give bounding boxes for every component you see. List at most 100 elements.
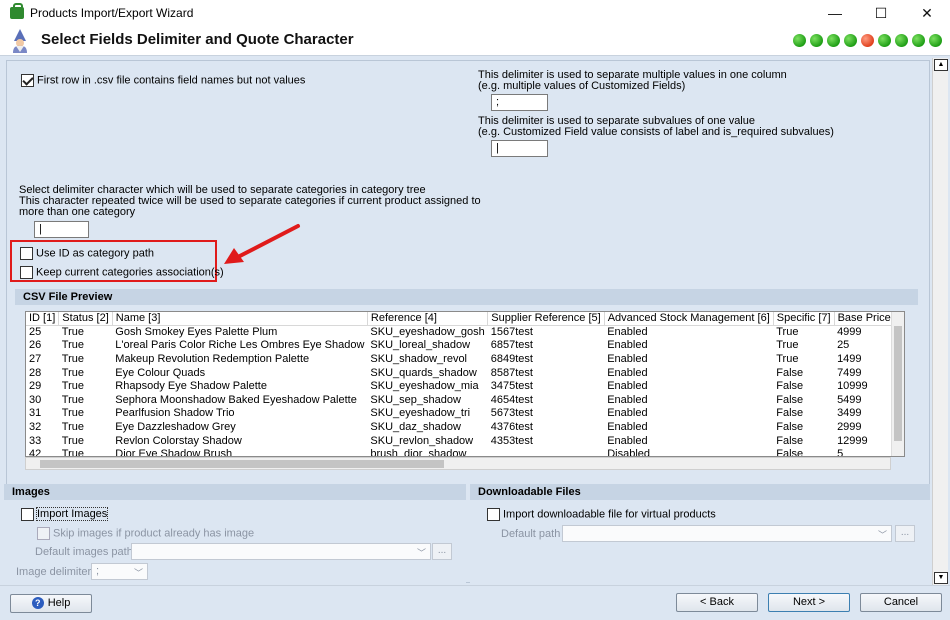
table-cell: True [776, 326, 799, 339]
wizard-header: Select Fields Delimiter and Quote Charac… [0, 26, 950, 56]
import-images-option[interactable]: Import Images [21, 507, 109, 522]
scroll-up-button[interactable]: ▲ [934, 59, 948, 71]
image-delimiter-select[interactable]: ; ﹀ [91, 563, 148, 580]
table-cell: 8587test [490, 366, 533, 379]
table-cell: False [776, 407, 804, 420]
table-cell [488, 448, 604, 456]
table-row[interactable]: 25 True Gosh Smokey Eyes Palette Plum SKU_e… [26, 326, 904, 340]
column-header[interactable]: Advanced Stock Management [6] [604, 312, 774, 327]
table-cell: True [61, 448, 85, 457]
import-downloadable-label: Import downloadable file for virtual pro… [503, 508, 716, 521]
default-images-path-select[interactable]: ﹀ [131, 543, 431, 560]
table-cell: Enabled [607, 380, 648, 393]
browse-images-button[interactable]: ... [432, 543, 452, 560]
table-cell: Makeup Revolution Redemption Palette [115, 353, 310, 366]
grid-vertical-scrollbar[interactable] [891, 312, 904, 456]
cancel-button[interactable]: Cancel [860, 593, 942, 612]
use-id-checkbox[interactable] [20, 247, 33, 260]
import-downloadable-checkbox[interactable] [487, 508, 500, 521]
table-cell: 33 [29, 434, 42, 447]
table-cell: True [61, 393, 85, 406]
table-cell: Enabled [607, 366, 648, 379]
table-row[interactable]: 28 True Eye Colour Quads SKU_quards_shadow 8… [26, 366, 904, 380]
help-button[interactable]: ? Help [10, 594, 92, 613]
table-row[interactable]: 30 True Sephora Moonshadow Baked Eyeshadow… [26, 393, 904, 408]
table-row[interactable]: 42 True Dior Eye Shadow Brush brush_dior_sh… [26, 448, 904, 457]
grid-horizontal-scrollbar[interactable] [25, 457, 891, 470]
default-images-path-label: Default images path [35, 546, 133, 558]
red-arrow-icon [224, 224, 300, 264]
minimize-button[interactable]: — [812, 0, 858, 26]
table-row[interactable]: 26 True L'oreal Paris Color Riche Les Ombr… [26, 339, 904, 353]
table-cell: brush_dior_shadow [370, 448, 467, 457]
category-delimiter-input[interactable]: | [34, 221, 89, 238]
skip-images-option[interactable]: Skip images if product already has image [37, 527, 254, 540]
import-downloadable-option[interactable]: Import downloadable file for virtual pro… [487, 508, 716, 521]
browse-downloadable-button[interactable]: ... [895, 525, 915, 542]
import-images-checkbox[interactable] [21, 508, 34, 521]
column-header[interactable]: Status [2] [58, 312, 113, 327]
multi-value-desc-line2: (e.g. multiple values of Customized Fiel… [478, 80, 686, 92]
column-header[interactable]: ID [1] [26, 312, 60, 327]
table-cell: Rhapsody Eye Shadow Palette [115, 380, 267, 393]
image-delimiter-label: Image delimiter [16, 566, 92, 578]
first-row-label: First row in .csv file contains field na… [37, 74, 306, 87]
table-cell: Enabled [607, 353, 648, 366]
step-dot [929, 34, 942, 47]
column-header[interactable]: Name [3] [112, 312, 368, 327]
csv-preview-grid[interactable]: ID [1] Status [2] Name [3] Reference [4] Sup… [25, 311, 905, 457]
table-cell: 4353test [490, 434, 533, 447]
table-cell: False [776, 380, 804, 393]
keep-assoc-checkbox[interactable] [20, 266, 33, 279]
table-cell: Sephora Moonshadow Baked Eyeshadow Palet… [115, 393, 357, 406]
use-id-option[interactable]: Use ID as category path [20, 247, 154, 260]
table-cell: 27 [29, 353, 42, 366]
step-dot-active [861, 34, 874, 47]
column-header[interactable]: Specific [7] [773, 312, 835, 327]
table-cell: True [61, 421, 85, 434]
first-row-checkbox[interactable] [21, 74, 34, 87]
table-cell: False [776, 421, 804, 434]
step-dot [810, 34, 823, 47]
scroll-down-button[interactable]: ▼ [934, 572, 948, 584]
table-cell: 5673test [490, 407, 533, 420]
grid-vscroll-thumb[interactable] [894, 326, 902, 441]
main-vertical-scrollbar[interactable]: ▲ ▼ [932, 58, 948, 585]
skip-images-checkbox[interactable] [37, 527, 50, 540]
page-title: Select Fields Delimiter and Quote Charac… [41, 31, 354, 48]
multi-value-delimiter-input[interactable]: ; [491, 94, 548, 111]
close-button[interactable]: ✕ [904, 0, 950, 26]
maximize-button[interactable]: ☐ [858, 0, 904, 26]
table-cell: False [776, 393, 804, 406]
table-row[interactable]: 33 True Revlon Colorstay Shadow SKU_revlon_… [26, 434, 904, 448]
first-row-option[interactable]: First row in .csv file contains field na… [21, 74, 305, 87]
table-cell: True [61, 339, 85, 352]
table-cell: Disabled [607, 448, 651, 457]
skip-images-label: Skip images if product already has image [53, 527, 255, 540]
table-row[interactable]: 32 True Eye Dazzleshadow Grey SKU_daz_shado… [26, 421, 904, 435]
image-delimiter-value: ; [96, 565, 100, 577]
table-row[interactable]: 31 True Pearlfusion Shadow Trio SKU_eyeshad… [26, 407, 904, 421]
table-cell: Enabled [607, 393, 648, 406]
table-cell: L'oreal Paris Color Riche Les Ombres Eye… [115, 339, 365, 352]
table-cell: Enabled [607, 434, 648, 447]
table-cell: SKU_eyeshadow_mia [370, 380, 479, 393]
column-header[interactable]: Supplier Reference [5] [487, 312, 605, 327]
table-cell: 25 [29, 326, 42, 339]
table-cell: SKU_revlon_shadow [370, 434, 474, 447]
back-button[interactable]: < Back [676, 593, 758, 612]
keep-assoc-option[interactable]: Keep current categories association(s) [20, 266, 224, 279]
table-row[interactable]: 27 True Makeup Revolution Redemption Palet… [26, 353, 904, 367]
default-path-select[interactable]: ﹀ [562, 525, 892, 542]
table-cell: Enabled [607, 421, 648, 434]
table-cell: Enabled [607, 407, 648, 420]
table-cell: True [61, 380, 85, 393]
subvalue-delimiter-input[interactable]: | [491, 140, 548, 157]
downloadable-files-panel: Downloadable Files Import downloadable f… [470, 484, 930, 586]
grid-hscroll-thumb[interactable] [40, 460, 444, 468]
table-row[interactable]: 29 True Rhapsody Eye Shadow Palette SKU_eye… [26, 380, 904, 394]
table-cell: Revlon Colorstay Shadow [115, 434, 242, 447]
next-button[interactable]: Next > [768, 593, 850, 612]
column-header[interactable]: Reference [4] [367, 312, 489, 327]
wizard-icon [13, 29, 27, 53]
